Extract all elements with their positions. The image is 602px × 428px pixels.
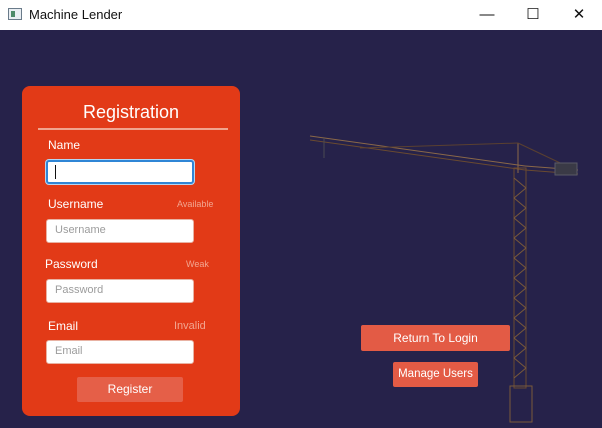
app-icon xyxy=(8,8,22,20)
registration-title: Registration xyxy=(82,102,180,122)
password-status: Weak xyxy=(186,259,209,269)
close-button[interactable]: ✕ xyxy=(556,0,602,30)
username-status: Available xyxy=(177,199,214,209)
text-caret xyxy=(55,165,56,179)
minimize-button[interactable]: — xyxy=(464,0,510,30)
maximize-icon: ☐ xyxy=(526,6,540,23)
register-button[interactable]: Register xyxy=(77,377,183,402)
email-status: Invalid xyxy=(174,320,206,332)
app-window: Machine Lender — ☐ ✕ Registration Name U… xyxy=(0,0,602,428)
password-label: Password xyxy=(45,257,98,271)
minimize-icon: — xyxy=(479,6,495,23)
main-content: Registration Name Username Available Use… xyxy=(0,30,602,428)
name-label: Name xyxy=(48,138,81,152)
username-field[interactable]: Username xyxy=(46,219,194,243)
name-field[interactable] xyxy=(46,160,194,184)
manage-users-button[interactable]: Manage Users xyxy=(393,362,478,387)
maximize-button[interactable]: ☐ xyxy=(510,0,556,30)
title-divider xyxy=(38,128,228,130)
registration-panel: Registration Name Username Available Use… xyxy=(22,86,240,416)
return-to-login-button[interactable]: Return To Login xyxy=(361,325,510,351)
email-label: Email xyxy=(48,319,79,333)
username-label: Username xyxy=(48,197,104,211)
close-icon: ✕ xyxy=(572,6,586,23)
email-field[interactable]: Email xyxy=(46,340,194,364)
password-field[interactable]: Password xyxy=(46,279,194,303)
window-title: Machine Lender xyxy=(29,7,123,22)
title-bar: Machine Lender — ☐ ✕ xyxy=(0,0,602,30)
